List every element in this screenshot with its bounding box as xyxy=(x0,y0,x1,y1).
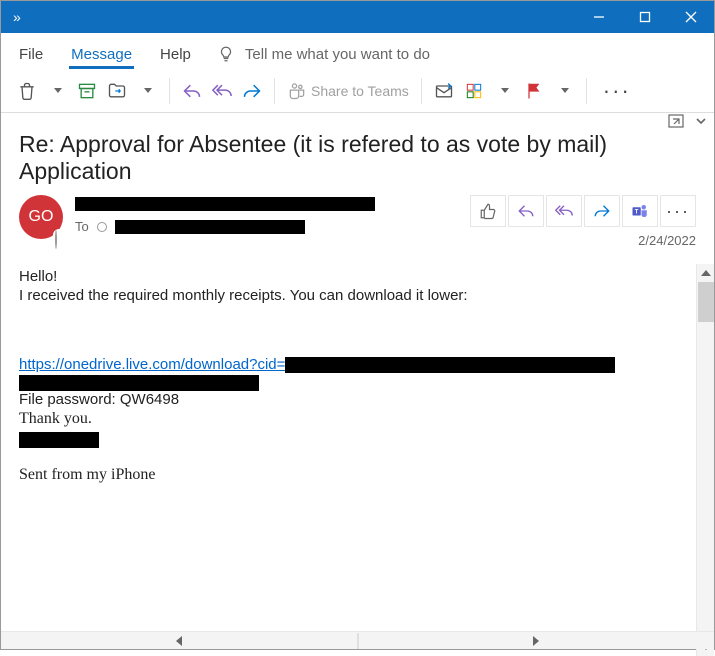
horizontal-scrollbar[interactable] xyxy=(1,631,714,649)
share-teams-label: Share to Teams xyxy=(311,83,409,99)
scroll-thumb[interactable] xyxy=(698,282,714,322)
thumbs-up-icon xyxy=(479,202,497,220)
delete-menu[interactable] xyxy=(43,76,71,106)
envelope-icon xyxy=(434,81,454,101)
flag-menu[interactable] xyxy=(550,76,578,106)
forward-icon xyxy=(242,81,262,101)
scroll-left-button[interactable] xyxy=(1,632,357,650)
tell-me-placeholder: Tell me what you want to do xyxy=(245,46,430,63)
reply-action[interactable] xyxy=(508,195,544,227)
scroll-right-button[interactable] xyxy=(359,632,715,650)
move-button[interactable] xyxy=(103,76,131,106)
message-body-area: Hello! I received the required monthly r… xyxy=(1,264,714,656)
titlebar-caption: » xyxy=(1,9,576,25)
forward-icon xyxy=(593,202,611,220)
svg-text:T: T xyxy=(635,209,639,215)
reply-all-action[interactable] xyxy=(546,195,582,227)
window-titlebar: » xyxy=(1,1,714,33)
teams-icon xyxy=(287,81,307,101)
reply-all-icon xyxy=(212,81,232,101)
categorize-button[interactable] xyxy=(460,76,488,106)
archive-icon xyxy=(77,81,97,101)
reply-button[interactable] xyxy=(178,76,206,106)
reply-all-button[interactable] xyxy=(208,76,236,106)
toolbar-separator xyxy=(421,78,422,104)
reply-all-icon xyxy=(555,202,573,220)
maximize-button[interactable] xyxy=(622,1,668,33)
toolbar-separator xyxy=(169,78,170,104)
delete-button[interactable] xyxy=(13,76,41,106)
message-date: 2/24/2022 xyxy=(470,233,696,248)
sent-from: Sent from my iPhone xyxy=(19,466,696,484)
flag-button[interactable] xyxy=(520,76,548,106)
forward-button[interactable] xyxy=(238,76,266,106)
redacted-url-part xyxy=(285,357,615,373)
scroll-up-button[interactable] xyxy=(697,264,714,282)
file-password: File password: QW6498 xyxy=(19,391,696,408)
presence-indicator xyxy=(53,229,65,241)
move-menu[interactable] xyxy=(133,76,161,106)
message-actions: T ··· xyxy=(470,195,696,227)
lightbulb-icon xyxy=(217,45,235,63)
vertical-scrollbar[interactable] xyxy=(696,264,714,656)
trash-icon xyxy=(17,81,37,101)
teams-action[interactable]: T xyxy=(622,195,658,227)
share-teams-button[interactable]: Share to Teams xyxy=(283,76,413,106)
teams-icon: T xyxy=(631,202,649,220)
minimize-button[interactable] xyxy=(576,1,622,33)
toolbar-separator xyxy=(274,78,275,104)
reply-icon xyxy=(517,202,535,220)
tab-file[interactable]: File xyxy=(17,40,45,69)
download-link[interactable]: https://onedrive.live.com/download?cid= xyxy=(19,356,285,373)
reply-icon xyxy=(182,81,202,101)
to-label: To xyxy=(75,219,89,234)
dialog-launcher-icon[interactable] xyxy=(668,114,684,128)
sender-avatar[interactable]: GO xyxy=(19,195,63,239)
tab-message[interactable]: Message xyxy=(69,40,134,69)
tell-me-search[interactable]: Tell me what you want to do xyxy=(217,45,430,69)
sender-line xyxy=(75,195,458,213)
collapse-ribbon-button[interactable] xyxy=(694,114,708,128)
categories-icon xyxy=(464,81,484,101)
redacted-recipient xyxy=(115,220,305,234)
body-link-line: https://onedrive.live.com/download?cid= xyxy=(19,356,696,391)
flag-icon xyxy=(524,81,544,101)
close-button[interactable] xyxy=(668,1,714,33)
forward-action[interactable] xyxy=(584,195,620,227)
more-actions[interactable]: ··· xyxy=(660,195,696,227)
categorize-menu[interactable] xyxy=(490,76,518,106)
message-body: Hello! I received the required monthly r… xyxy=(1,264,714,496)
tab-help[interactable]: Help xyxy=(158,40,193,69)
body-greeting: Hello! xyxy=(19,268,696,285)
move-folder-icon xyxy=(107,81,127,101)
avatar-initials: GO xyxy=(29,208,54,226)
redacted-signature xyxy=(19,432,99,448)
ribbon-tabs: File Message Help Tell me what you want … xyxy=(1,33,714,69)
message-header: GO To T ··· 2/ xyxy=(1,195,714,256)
redacted-url-part xyxy=(19,375,259,391)
message-subject: Re: Approval for Absentee (it is refered… xyxy=(1,113,714,195)
mark-unread-button[interactable] xyxy=(430,76,458,106)
archive-button[interactable] xyxy=(73,76,101,106)
recipient-presence-icon xyxy=(97,222,107,232)
toolbar-separator xyxy=(586,78,587,104)
recipients-line: To xyxy=(75,219,458,234)
like-button[interactable] xyxy=(470,195,506,227)
more-commands-button[interactable]: ··· xyxy=(595,76,639,106)
toolbar: Share to Teams ··· xyxy=(1,69,714,113)
redacted-sender xyxy=(75,197,375,211)
body-thank: Thank you. xyxy=(19,410,696,428)
body-line: I received the required monthly receipts… xyxy=(19,287,696,304)
